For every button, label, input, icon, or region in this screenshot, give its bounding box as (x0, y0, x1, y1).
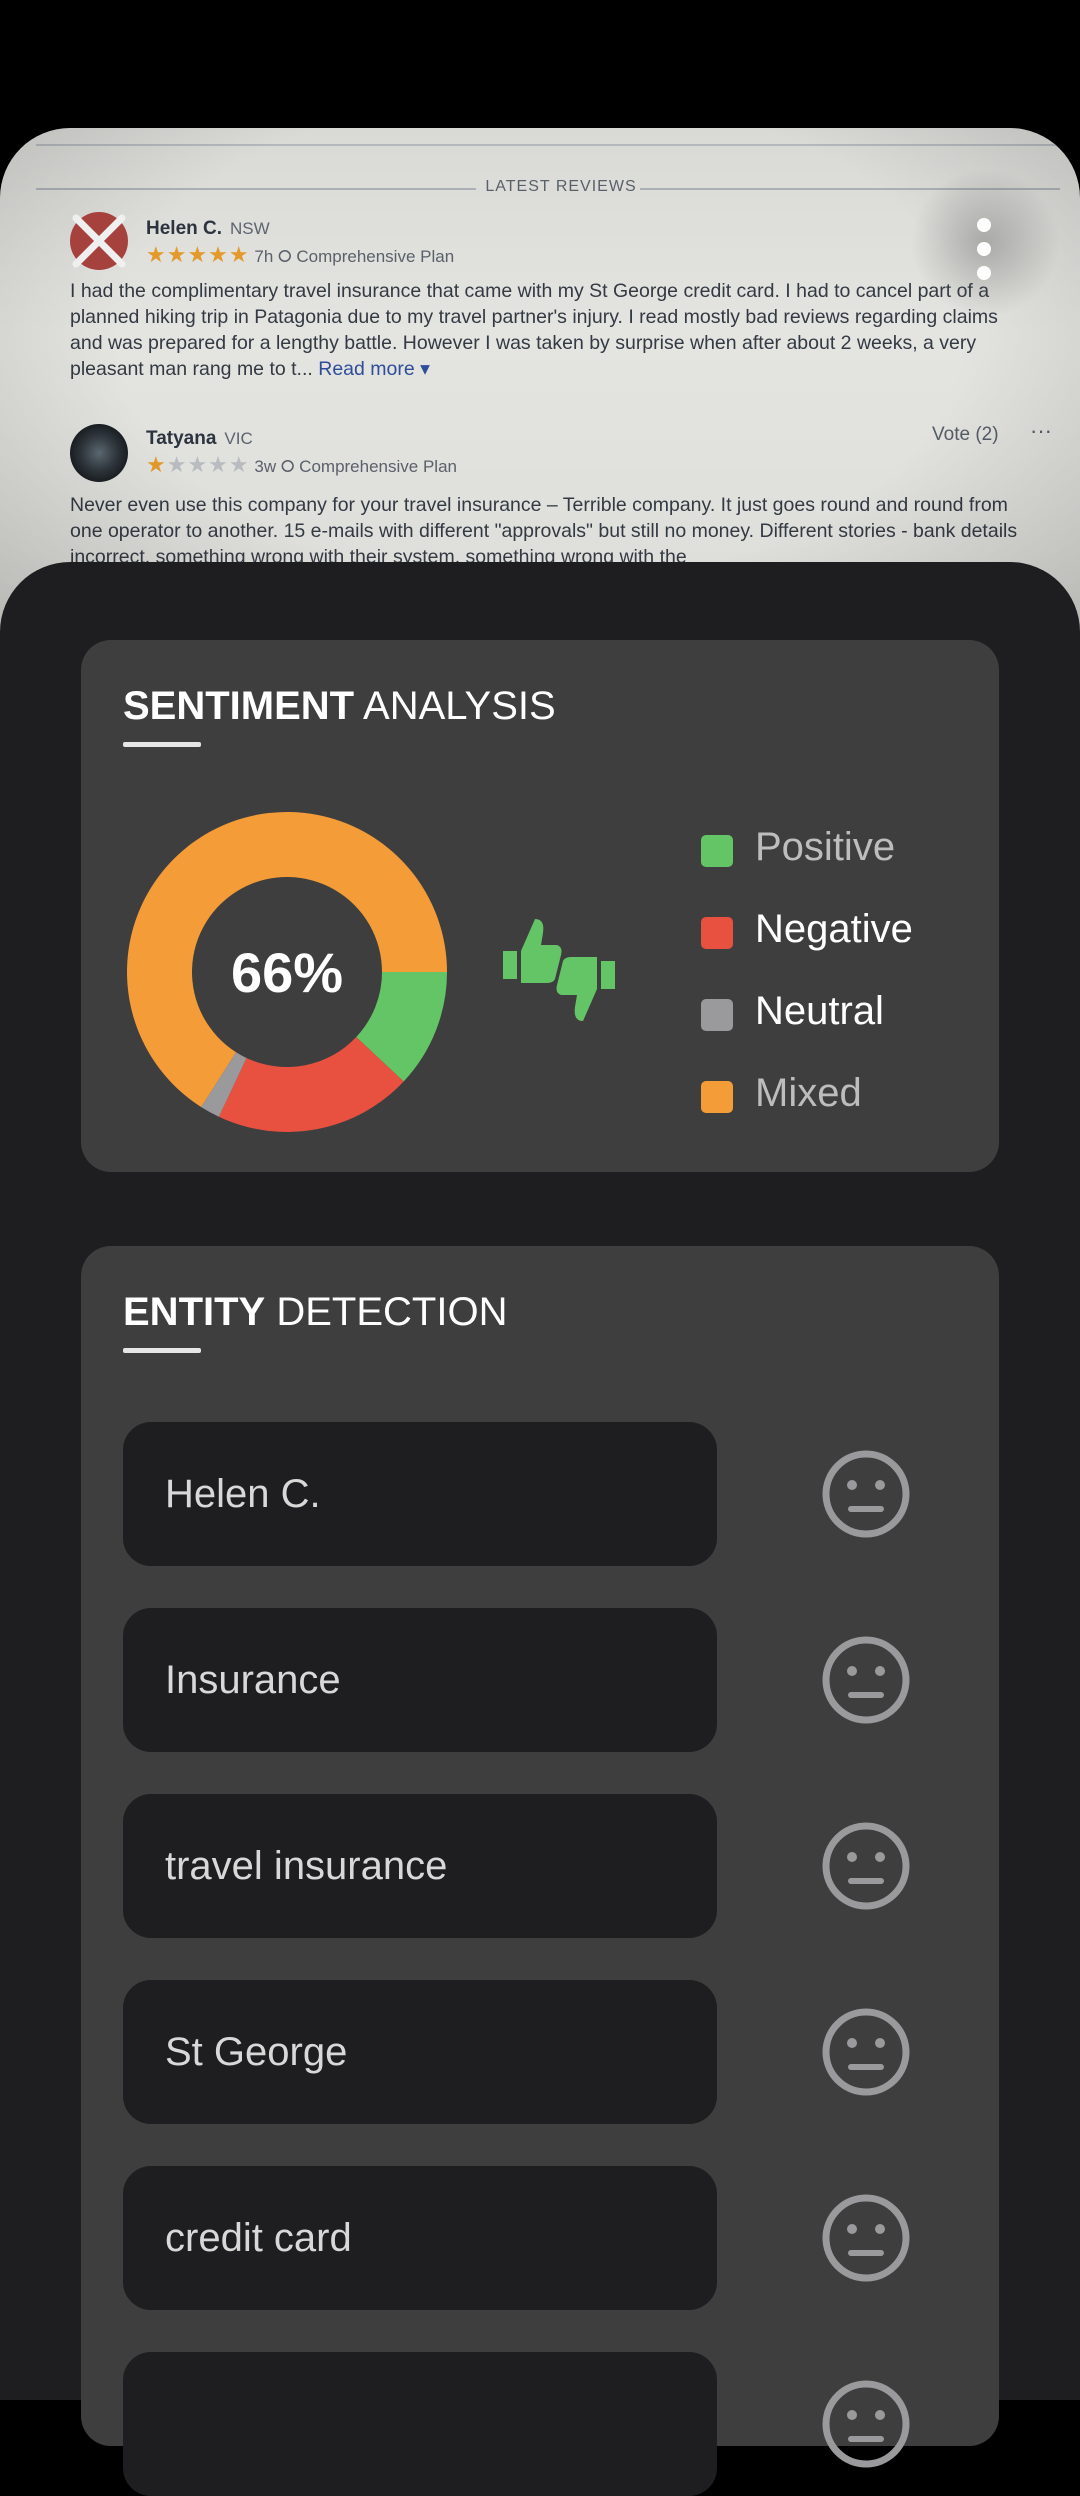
card-title: ENTITY DETECTION (123, 1290, 508, 1334)
legend-swatch (701, 917, 733, 949)
latest-reviews-heading: LATEST REVIEWS (485, 178, 637, 195)
entity-label: Helen C. (165, 1472, 321, 1516)
neutral-face-icon (822, 2194, 910, 2282)
entity-item[interactable]: St George (123, 1980, 717, 2124)
tag-icon: ⭘ (278, 247, 292, 266)
neutral-face-icon (822, 1636, 910, 1724)
legend-label: Mixed (755, 1071, 862, 1115)
sentiment-analysis-card: SENTIMENT ANALYSIS 66% Positive Negative… (81, 640, 999, 1172)
neutral-face-icon (822, 2008, 910, 2096)
thumbs-up-down-icon (503, 919, 615, 1021)
entity-item[interactable]: credit card (123, 2166, 717, 2310)
star-rating: ★★★★★ (146, 452, 250, 477)
entity-label: Insurance (165, 1658, 341, 1702)
review-meta: ★★★★★ 7h ⭘ Comprehensive Plan (146, 242, 455, 267)
entity-item[interactable] (123, 2352, 717, 2496)
entity-label: credit card (165, 2216, 352, 2260)
legend-label: Negative (755, 907, 913, 951)
neutral-face-icon (822, 2380, 910, 2468)
tag-icon: ⭘ (280, 457, 295, 476)
read-more-link: Read more ▾ (318, 358, 430, 380)
legend-label: Positive (755, 825, 896, 869)
review-meta: ★★★★★ 3w ⭘ Comprehensive Plan (146, 452, 457, 477)
card-title: SENTIMENT ANALYSIS (123, 684, 556, 728)
neutral-face-icon (822, 1822, 910, 1910)
entity-item[interactable]: travel insurance (123, 1794, 717, 1938)
divider (36, 144, 1060, 146)
entity-item[interactable]: Insurance (123, 1608, 717, 1752)
entity-label: St George (165, 2030, 348, 2074)
more-icon: ··· (1030, 418, 1052, 443)
reviewer-avatar (70, 424, 128, 482)
reviewer-name: Helen C. NSW (146, 218, 270, 239)
review-body: I had the complimentary travel insurance… (70, 280, 998, 380)
legend-label: Neutral (755, 989, 884, 1033)
neutral-face-icon (822, 1450, 910, 1538)
legend-swatch (701, 999, 733, 1031)
entity-label: travel insurance (165, 1844, 448, 1888)
overflow-menu-button[interactable] (975, 218, 993, 280)
legend-swatch (701, 835, 733, 867)
close-button[interactable] (70, 212, 128, 270)
title-underline (123, 1348, 201, 1353)
donut-center-label: 66% (230, 940, 344, 1004)
review-body: Never even use this company for your tra… (70, 494, 1018, 568)
entity-item[interactable]: Helen C. (123, 1422, 717, 1566)
star-rating: ★★★★★ (146, 242, 250, 267)
close-icon (72, 214, 126, 268)
entity-detection-card: ENTITY DETECTION Helen C. Insurance travel… (81, 1246, 999, 2496)
legend-swatch (701, 1081, 733, 1113)
reviewer-name: Tatyana VIC (146, 428, 253, 449)
vote-count: Vote (2) (932, 424, 999, 445)
title-underline (123, 742, 201, 747)
